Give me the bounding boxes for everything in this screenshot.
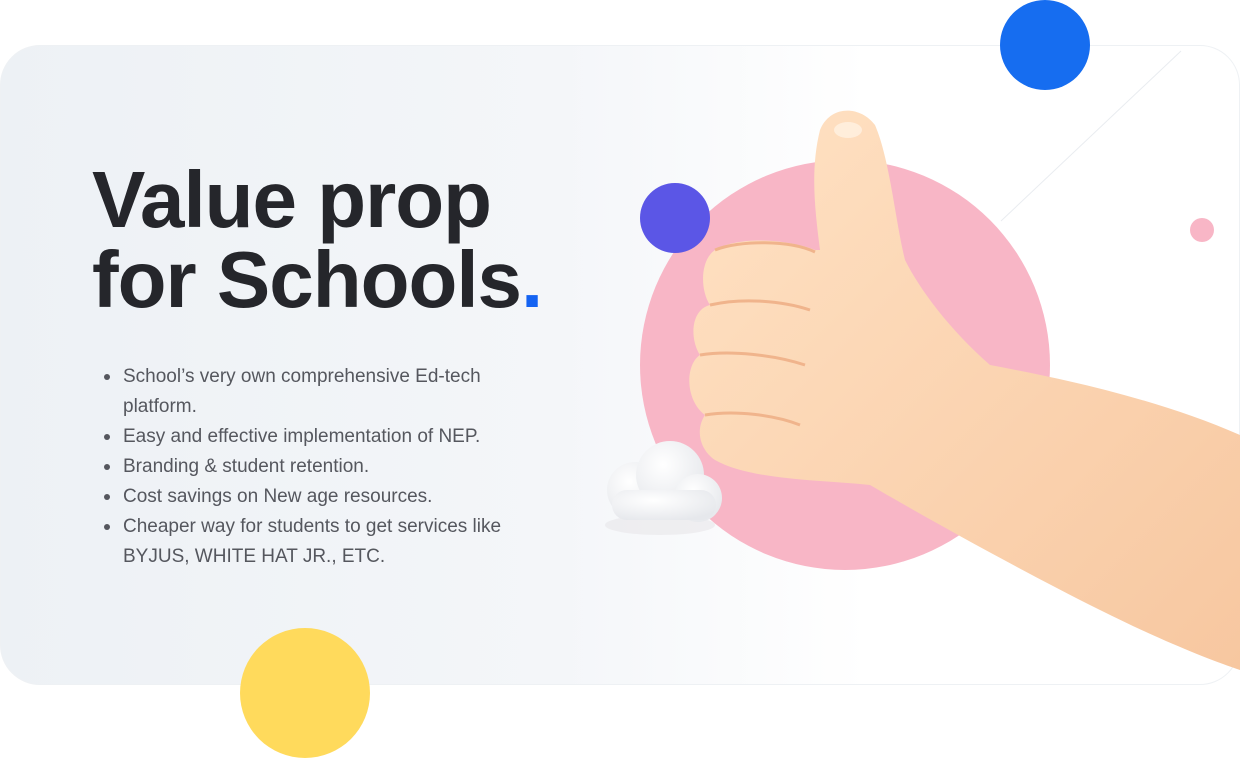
list-item: Cheaper way for students to get services… [104, 512, 544, 572]
yellow-circle-decoration [240, 628, 370, 758]
cloud-icon [605, 441, 722, 535]
list-item: Easy and effective implementation of NEP… [104, 422, 544, 452]
title-line-2: for Schools [92, 235, 522, 324]
list-item: Branding & student retention. [104, 452, 544, 482]
thumbs-up-hand-icon [689, 110, 1240, 670]
list-item: Cost savings on New age resources. [104, 482, 544, 512]
page-title: Value prop for Schools. [92, 160, 543, 320]
title-line-1: Value prop [92, 155, 492, 244]
title-accent-dot: . [521, 235, 543, 324]
thumbs-up-illustration [605, 110, 1240, 670]
list-item: School’s very own comprehensive Ed-tech … [104, 362, 544, 422]
blue-circle-decoration [1000, 0, 1090, 90]
value-prop-list: School’s very own comprehensive Ed-tech … [104, 362, 544, 572]
